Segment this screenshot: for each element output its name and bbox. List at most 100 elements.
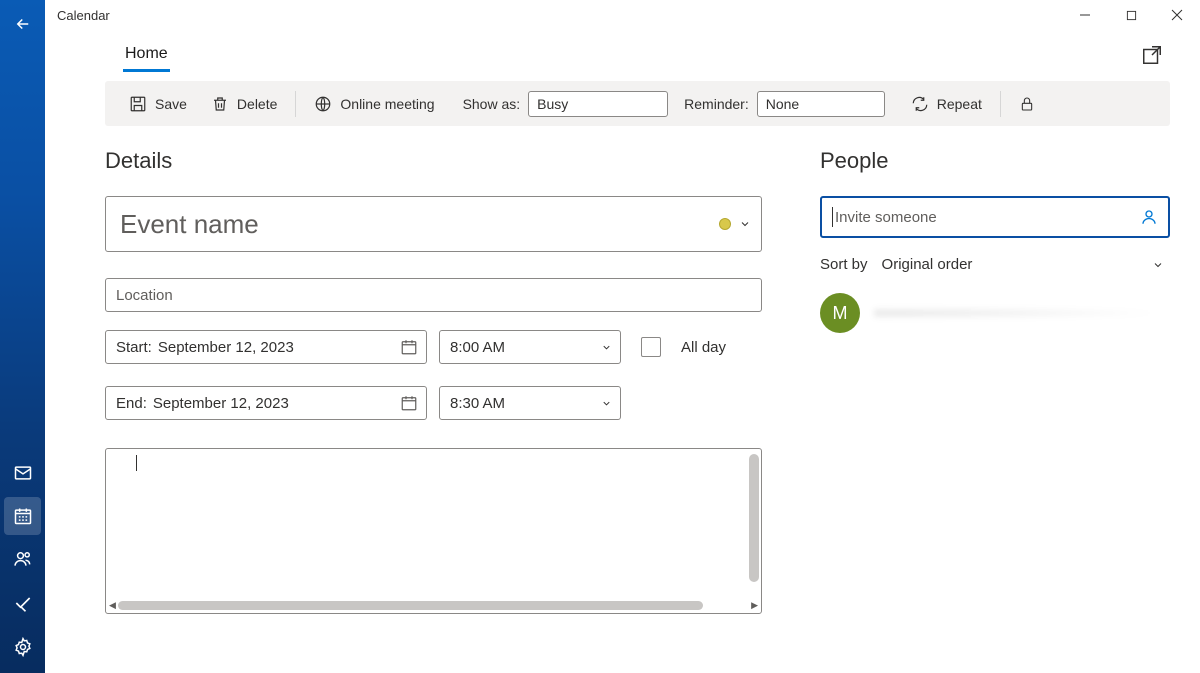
repeat-label: Repeat <box>937 96 982 112</box>
scroll-left-icon[interactable]: ◀ <box>109 600 116 611</box>
start-time-select[interactable]: 8:00 AM <box>439 330 621 364</box>
sort-by-label: Sort by <box>820 256 868 273</box>
invite-field[interactable] <box>820 196 1170 238</box>
gear-icon <box>13 637 33 657</box>
trash-icon <box>211 95 229 113</box>
sidebar-item-people[interactable] <box>0 537 45 581</box>
tabs-row: Home <box>105 35 1170 75</box>
people-panel: People Sort by Original order M <box>820 148 1170 614</box>
event-name-field[interactable] <box>105 196 762 252</box>
lock-icon <box>1019 95 1035 113</box>
scrollbar-thumb[interactable] <box>749 454 759 582</box>
start-date-value: September 12, 2023 <box>158 339 294 356</box>
toolbar: Save Delete Online meeting Show as: Busy… <box>105 81 1170 126</box>
sidebar-item-mail[interactable] <box>0 451 45 495</box>
popout-icon <box>1141 44 1163 66</box>
globe-icon <box>314 95 332 113</box>
calendar-icon <box>400 394 418 412</box>
sort-row: Sort by Original order <box>820 256 1170 273</box>
app-sidebar <box>0 0 45 673</box>
minimize-icon <box>1079 9 1091 21</box>
details-heading: Details <box>105 148 762 174</box>
start-row: Start: September 12, 2023 8:00 AM All da… <box>105 330 762 364</box>
people-heading: People <box>820 148 1170 174</box>
window-title: Calendar <box>57 8 110 23</box>
all-day-checkbox[interactable] <box>641 337 661 357</box>
scrollbar-thumb[interactable] <box>118 601 703 610</box>
show-as-select[interactable]: Busy <box>528 91 668 117</box>
show-as-value: Busy <box>537 96 568 112</box>
people-icon <box>13 549 33 569</box>
reminder-select[interactable]: None <box>757 91 885 117</box>
person-icon <box>1140 208 1158 226</box>
end-label: End: <box>116 395 147 412</box>
window-controls <box>1062 0 1200 30</box>
all-day-label: All day <box>681 339 726 356</box>
calendar-icon <box>400 338 418 356</box>
end-time-select[interactable]: 8:30 AM <box>439 386 621 420</box>
text-cursor <box>832 207 833 227</box>
back-arrow-icon <box>14 15 32 33</box>
start-label: Start: <box>116 339 152 356</box>
start-time-value: 8:00 AM <box>450 339 505 356</box>
toolbar-separator <box>295 91 296 117</box>
repeat-button[interactable]: Repeat <box>899 89 994 119</box>
reminder-value: None <box>766 96 799 112</box>
close-icon <box>1171 9 1183 21</box>
content-area: Home Save Delete Online meeting Show as:… <box>45 30 1200 673</box>
sidebar-item-calendar[interactable] <box>4 497 41 535</box>
delete-label: Delete <box>237 96 277 112</box>
close-button[interactable] <box>1154 0 1200 30</box>
description-field[interactable]: ◀ ▶ <box>105 448 762 614</box>
online-meeting-button[interactable]: Online meeting <box>302 89 446 119</box>
sidebar-item-settings[interactable] <box>0 625 45 669</box>
start-date-picker[interactable]: Start: September 12, 2023 <box>105 330 427 364</box>
popout-button[interactable] <box>1136 39 1168 71</box>
calendar-icon <box>13 506 33 526</box>
chevron-down-icon <box>739 218 751 230</box>
invite-input[interactable] <box>835 209 1140 226</box>
save-label: Save <box>155 96 187 112</box>
details-panel: Details Start: September 12, 2023 <box>105 148 762 614</box>
location-field[interactable] <box>105 278 762 312</box>
tab-home[interactable]: Home <box>123 39 170 72</box>
save-button[interactable]: Save <box>117 89 199 119</box>
end-row: End: September 12, 2023 8:30 AM <box>105 386 762 420</box>
show-as-label: Show as: <box>447 96 529 112</box>
maximize-button[interactable] <box>1108 0 1154 30</box>
attendee-name-redacted <box>874 307 1170 319</box>
minimize-button[interactable] <box>1062 0 1108 30</box>
horizontal-scrollbar[interactable] <box>118 601 749 610</box>
end-date-picker[interactable]: End: September 12, 2023 <box>105 386 427 420</box>
check-icon <box>13 593 33 613</box>
event-name-input[interactable] <box>120 209 719 240</box>
calendar-color-dot[interactable] <box>719 218 731 230</box>
end-time-value: 8:30 AM <box>450 395 505 412</box>
vertical-scrollbar[interactable] <box>749 452 759 597</box>
sidebar-item-todo[interactable] <box>0 581 45 625</box>
private-button[interactable] <box>1007 89 1047 119</box>
repeat-icon <box>911 95 929 113</box>
maximize-icon <box>1126 10 1137 21</box>
toolbar-separator-2 <box>1000 91 1001 117</box>
chevron-down-icon <box>601 398 612 409</box>
contact-picker-button[interactable] <box>1140 208 1158 226</box>
sort-by-value: Original order <box>882 256 973 273</box>
delete-button[interactable]: Delete <box>199 89 289 119</box>
chevron-down-icon <box>1152 259 1164 271</box>
save-icon <box>129 95 147 113</box>
reminder-label: Reminder: <box>668 96 757 112</box>
back-button[interactable] <box>9 10 37 38</box>
text-cursor <box>136 455 137 471</box>
chevron-down-icon <box>601 342 612 353</box>
color-dropdown-button[interactable] <box>739 218 751 230</box>
location-input[interactable] <box>116 287 751 304</box>
sort-by-select[interactable]: Original order <box>882 256 1170 273</box>
avatar: M <box>820 293 860 333</box>
attendee-row[interactable]: M <box>820 293 1170 333</box>
mail-icon <box>13 463 33 483</box>
scroll-right-icon[interactable]: ▶ <box>751 600 758 611</box>
end-date-value: September 12, 2023 <box>153 395 289 412</box>
online-meeting-label: Online meeting <box>340 96 434 112</box>
title-bar: Calendar <box>45 0 1200 30</box>
